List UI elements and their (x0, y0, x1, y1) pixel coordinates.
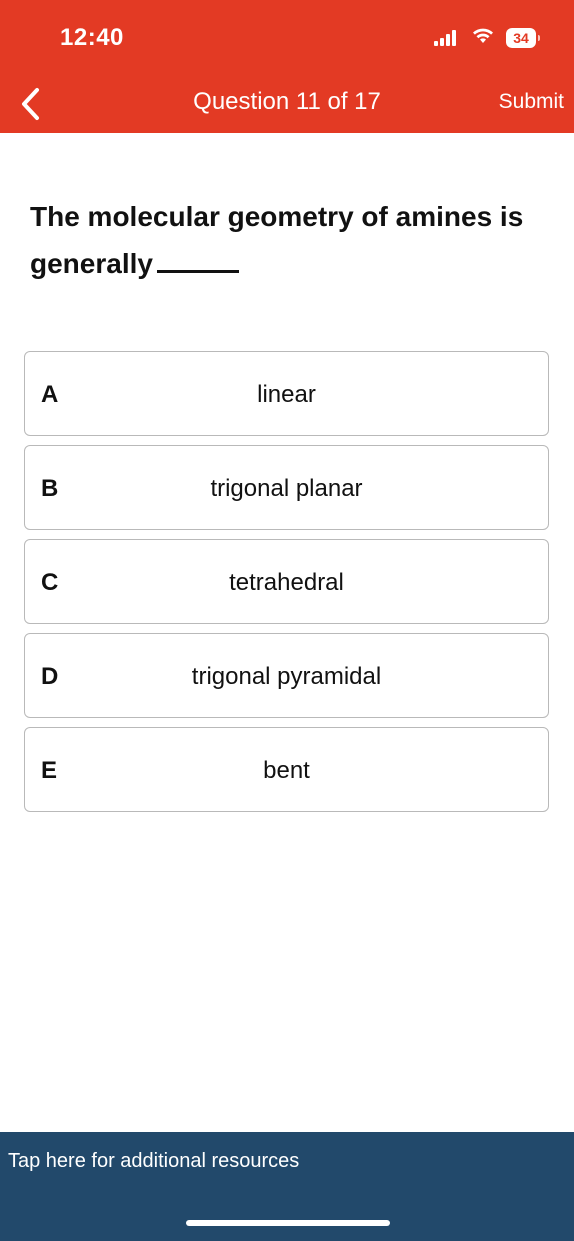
answer-option-d[interactable]: D trigonal pyramidal (24, 633, 549, 718)
app-header: 12:40 34 Question 11 of 17 Submit (0, 0, 574, 133)
back-button[interactable] (10, 84, 50, 124)
answer-option-a[interactable]: A linear (24, 351, 549, 436)
option-text: trigonal pyramidal (191, 663, 382, 690)
resources-footer[interactable]: Tap here for additional resources (0, 1132, 574, 1241)
additional-resources-link[interactable]: Tap here for additional resources (8, 1150, 299, 1173)
answer-blank (156, 240, 239, 273)
answer-option-c[interactable]: C tetrahedral (24, 539, 549, 624)
answer-list: A linear B trigonal planar C tetrahedral… (24, 351, 549, 821)
status-icons: 34 (434, 26, 540, 50)
answer-option-e[interactable]: E bent (24, 727, 549, 812)
battery-level: 34 (513, 30, 529, 46)
question-prompt: The molecular geometry of amines is gene… (30, 201, 524, 279)
home-indicator[interactable] (186, 1220, 390, 1226)
battery-icon: 34 (506, 28, 540, 48)
option-text: bent (263, 757, 310, 784)
answer-option-b[interactable]: B trigonal planar (24, 445, 549, 530)
question-text: The molecular geometry of amines is gene… (30, 194, 550, 287)
option-text: tetrahedral (229, 569, 344, 596)
cellular-signal-icon (434, 30, 458, 46)
option-text: linear (257, 381, 316, 408)
page-title: Question 11 of 17 (193, 88, 381, 115)
submit-button[interactable]: Submit (499, 90, 564, 114)
chevron-left-icon (22, 88, 39, 120)
wifi-icon (472, 28, 494, 49)
status-time: 12:40 (60, 24, 124, 51)
option-text: trigonal planar (210, 475, 363, 502)
